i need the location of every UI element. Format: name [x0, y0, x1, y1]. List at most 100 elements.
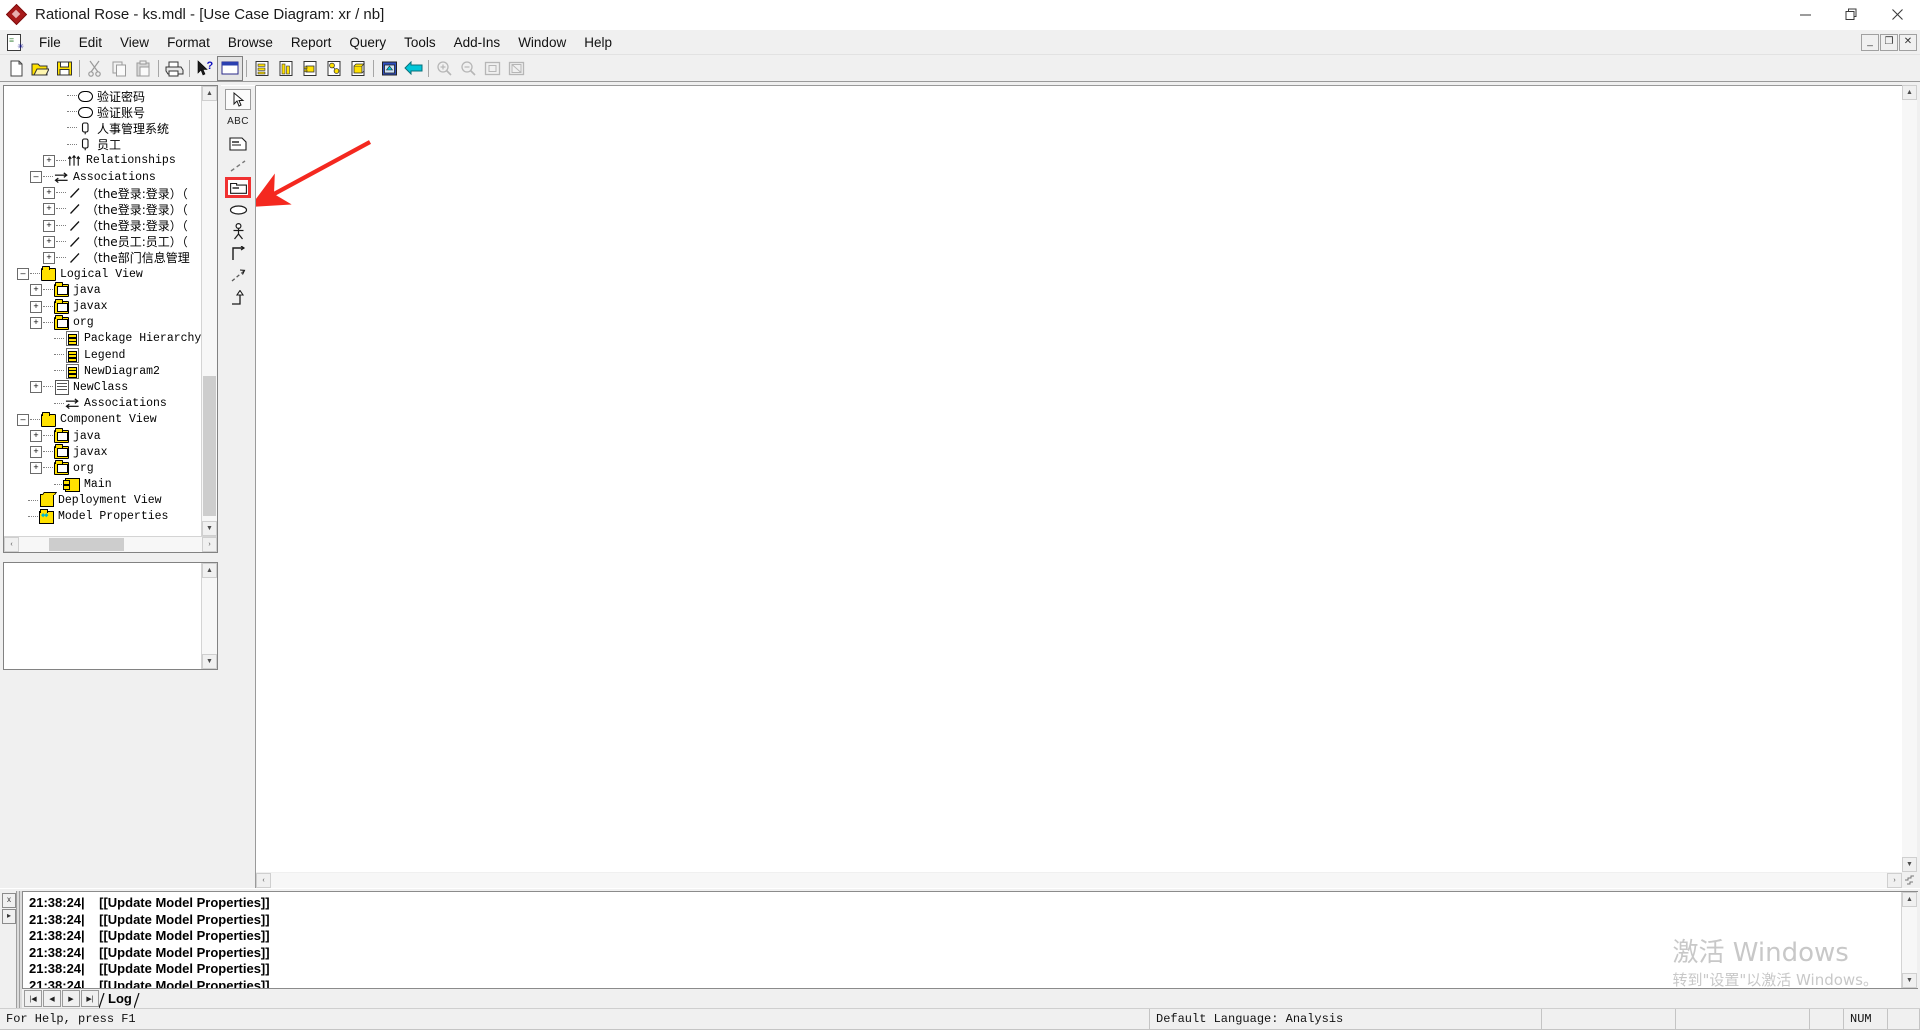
tree-scroll-thumb[interactable]: [203, 376, 216, 516]
copy-icon[interactable]: [107, 57, 131, 80]
menu-help[interactable]: Help: [575, 33, 621, 52]
tree-horizontal-scrollbar[interactable]: ‹ ›: [4, 536, 217, 552]
menu-report[interactable]: Report: [282, 33, 341, 52]
scroll-up-icon[interactable]: ▲: [202, 86, 217, 101]
tree-item[interactable]: + （the登录:登录）（: [4, 218, 201, 234]
tree-expand-icon[interactable]: +: [43, 235, 55, 248]
tree-item[interactable]: 验证账号: [4, 104, 201, 120]
nav-first-button[interactable]: |◀: [24, 990, 42, 1007]
tree-expand-icon[interactable]: +: [30, 381, 42, 394]
tree-item[interactable]: – Component View: [4, 411, 201, 428]
tree-expand-icon[interactable]: +: [30, 316, 42, 329]
tree-expand-icon[interactable]: +: [43, 219, 55, 232]
log-scroll-up-icon[interactable]: ▲: [1902, 892, 1917, 907]
tree-item[interactable]: 验证密码: [4, 88, 201, 104]
browse-use-case-diagram-icon[interactable]: [250, 57, 274, 80]
scroll-left-icon[interactable]: ‹: [4, 537, 19, 552]
browse-deployment-diagram-icon[interactable]: [346, 57, 370, 80]
nav-prev-button[interactable]: ◀: [43, 990, 61, 1007]
log-text-area[interactable]: 21:38:24| [[Update Model Properties]] 21:…: [22, 891, 1918, 989]
canvas-scroll-left-icon[interactable]: ‹: [256, 872, 271, 888]
tree-item[interactable]: + NewClass: [4, 379, 201, 395]
tree-item[interactable]: + Relationships: [4, 153, 201, 169]
actor-tool[interactable]: [225, 221, 251, 242]
selection-tool[interactable]: [225, 89, 251, 110]
new-icon[interactable]: [4, 57, 28, 80]
tree-item[interactable]: Model Properties: [4, 508, 201, 525]
tree-expand-icon[interactable]: +: [30, 284, 42, 297]
paste-icon[interactable]: [131, 57, 155, 80]
tree-expand-icon[interactable]: +: [43, 203, 55, 216]
canvas-scroll-right-icon[interactable]: ›: [1887, 872, 1902, 888]
log-scroll-down-icon[interactable]: ▼: [1902, 973, 1917, 988]
note-anchor-tool[interactable]: [225, 155, 251, 176]
documentation-vertical-scrollbar[interactable]: ▲ ▼: [201, 563, 217, 669]
tree-collapse-icon[interactable]: –: [17, 413, 29, 426]
log-vertical-scrollbar[interactable]: ▲ ▼: [1901, 892, 1918, 988]
tree-item[interactable]: Deployment View: [4, 493, 201, 509]
tree-hscroll-track[interactable]: [19, 537, 202, 552]
scroll-down-icon[interactable]: ▼: [202, 521, 217, 536]
canvas-scroll-up-icon[interactable]: ▲: [1902, 85, 1917, 100]
tree-vertical-scrollbar[interactable]: ▲ ▼: [201, 86, 217, 536]
tree-hscroll-thumb[interactable]: [49, 538, 124, 551]
zoom-out-icon[interactable]: [456, 57, 480, 80]
browse-component-diagram-icon[interactable]: [298, 57, 322, 80]
tree-expand-icon[interactable]: +: [30, 446, 42, 459]
context-help-icon[interactable]: ?: [193, 57, 217, 80]
mdi-restore-button[interactable]: ❐: [1880, 33, 1898, 51]
browse-parent-icon[interactable]: [377, 57, 401, 80]
tree-item[interactable]: + javax: [4, 298, 201, 314]
tree-item[interactable]: + （the登录:登录）（: [4, 185, 201, 201]
model-tree[interactable]: 验证密码 验证账号 人事管理系统 员工 + Relationships – Associati…: [4, 86, 201, 536]
tree-item[interactable]: Main: [4, 477, 201, 493]
nav-last-button[interactable]: ▶|: [81, 990, 99, 1007]
tree-item[interactable]: Package Hierarchy: [4, 331, 201, 347]
tree-item[interactable]: + （the员工:员工）（: [4, 234, 201, 250]
tree-item[interactable]: – Associations: [4, 169, 201, 185]
tree-item[interactable]: 员工: [4, 137, 201, 153]
generalization-tool[interactable]: [225, 287, 251, 308]
canvas-scroll-down-icon[interactable]: ▼: [1902, 857, 1917, 872]
tree-expand-icon[interactable]: +: [30, 462, 42, 475]
browse-interaction-diagram-icon[interactable]: [274, 57, 298, 80]
close-button[interactable]: [1874, 0, 1920, 29]
menu-view[interactable]: View: [111, 33, 158, 52]
resize-grip[interactable]: [1902, 872, 1918, 888]
browse-state-machine-diagram-icon[interactable]: [322, 57, 346, 80]
nav-next-button[interactable]: ▶: [62, 990, 80, 1007]
tree-item[interactable]: NewDiagram2: [4, 363, 201, 379]
restore-button[interactable]: [1828, 0, 1874, 29]
dependency-tool[interactable]: [225, 265, 251, 286]
tab-log[interactable]: Log: [99, 991, 140, 1009]
text-tool[interactable]: ABC: [225, 111, 251, 132]
print-icon[interactable]: [162, 57, 186, 80]
documentation-text[interactable]: [4, 563, 201, 669]
unidirectional-association-tool[interactable]: [225, 243, 251, 264]
use-case-diagram-canvas[interactable]: [256, 85, 1902, 872]
doc-scroll-track[interactable]: [202, 578, 217, 654]
menu-add-ins[interactable]: Add-Ins: [445, 33, 510, 52]
zoom-in-icon[interactable]: [432, 57, 456, 80]
scroll-right-icon[interactable]: ›: [202, 537, 217, 552]
tree-expand-icon[interactable]: +: [43, 187, 55, 200]
tree-expand-icon[interactable]: +: [30, 300, 42, 313]
tree-item[interactable]: + org: [4, 460, 201, 476]
tree-item[interactable]: Legend: [4, 347, 201, 363]
mdi-minimize-button[interactable]: _: [1861, 33, 1879, 51]
minimize-button[interactable]: [1782, 0, 1828, 29]
tree-item[interactable]: + java: [4, 428, 201, 444]
use-case-tool[interactable]: [225, 199, 251, 220]
browse-class-diagram-icon[interactable]: [217, 55, 243, 81]
menu-file[interactable]: File: [30, 33, 70, 52]
menu-window[interactable]: Window: [509, 33, 575, 52]
tree-item[interactable]: + javax: [4, 444, 201, 460]
tree-expand-icon[interactable]: +: [30, 430, 42, 443]
log-vscroll-track[interactable]: [1902, 907, 1917, 973]
tree-item[interactable]: + （the登录:登录）（: [4, 201, 201, 217]
save-icon[interactable]: [52, 57, 76, 80]
undo-fit-icon[interactable]: [504, 57, 528, 80]
fit-in-window-icon[interactable]: [480, 57, 504, 80]
tree-expand-icon[interactable]: +: [43, 154, 55, 167]
canvas-horizontal-scrollbar[interactable]: ‹ ›: [256, 872, 1918, 888]
